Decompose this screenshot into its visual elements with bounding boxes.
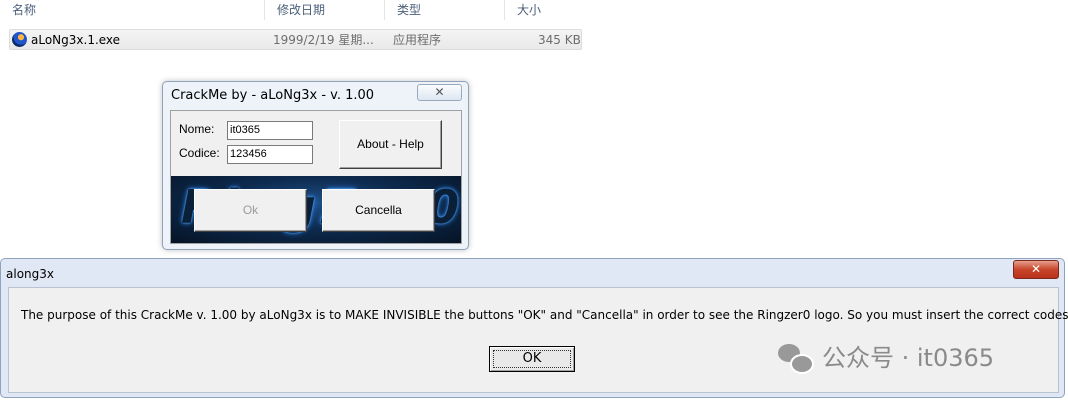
file-row-along3x[interactable]: aLoNg3x.1.exe 1999/2/19 星期... 应用程序 345 K… bbox=[9, 29, 582, 50]
file-name-cell: aLoNg3x.1.exe bbox=[12, 30, 120, 51]
message-ok-button[interactable]: OK bbox=[489, 346, 575, 372]
message-box-close-button[interactable]: ✕ bbox=[1013, 260, 1059, 279]
column-header-date[interactable]: 修改日期 bbox=[265, 0, 385, 20]
ok-button[interactable]: Ok bbox=[194, 189, 307, 232]
wechat-icon bbox=[778, 344, 814, 374]
name-label: Nome: bbox=[179, 122, 215, 136]
watermark: 公众号 · it0365 bbox=[778, 338, 994, 378]
file-type: 应用程序 bbox=[393, 33, 442, 47]
file-explorer-list: 名称 修改日期 类型 大小 aLoNg3x.1.exe 1999/2/19 星期… bbox=[0, 0, 1068, 60]
file-size: 345 KB bbox=[538, 33, 581, 47]
ringzer0-logo-band: RingZer0 Ok Cancella bbox=[171, 176, 461, 243]
column-header-size[interactable]: 大小 bbox=[505, 0, 585, 20]
crackme-title: CrackMe by - aLoNg3x - v. 1.00 bbox=[171, 88, 375, 103]
watermark-text: 公众号 · it0365 bbox=[822, 344, 995, 372]
about-help-button[interactable]: About - Help bbox=[339, 120, 442, 169]
code-input[interactable]: 123456 bbox=[227, 145, 313, 164]
focus-rect bbox=[493, 350, 571, 368]
cancella-button[interactable]: Cancella bbox=[322, 189, 435, 232]
message-text: The purpose of this CrackMe v. 1.00 by a… bbox=[21, 308, 1068, 322]
exe-app-icon bbox=[12, 32, 27, 47]
crackme-window: CrackMe by - aLoNg3x - v. 1.00 ✕ Nome: i… bbox=[162, 81, 469, 250]
name-input[interactable]: it0365 bbox=[227, 121, 313, 140]
crackme-client-area: Nome: it0365 Codice: 123456 About - Help… bbox=[170, 110, 462, 244]
close-icon: ✕ bbox=[434, 85, 445, 99]
message-box-title: along3x bbox=[6, 267, 54, 281]
file-date: 1999/2/19 星期... bbox=[273, 33, 374, 47]
file-name: aLoNg3x.1.exe bbox=[31, 33, 121, 47]
code-label: Codice: bbox=[179, 146, 220, 160]
column-header-name[interactable]: 名称 bbox=[0, 0, 265, 20]
column-header-type[interactable]: 类型 bbox=[385, 0, 505, 20]
close-icon: ✕ bbox=[1030, 262, 1042, 276]
crackme-close-button[interactable]: ✕ bbox=[417, 84, 462, 101]
